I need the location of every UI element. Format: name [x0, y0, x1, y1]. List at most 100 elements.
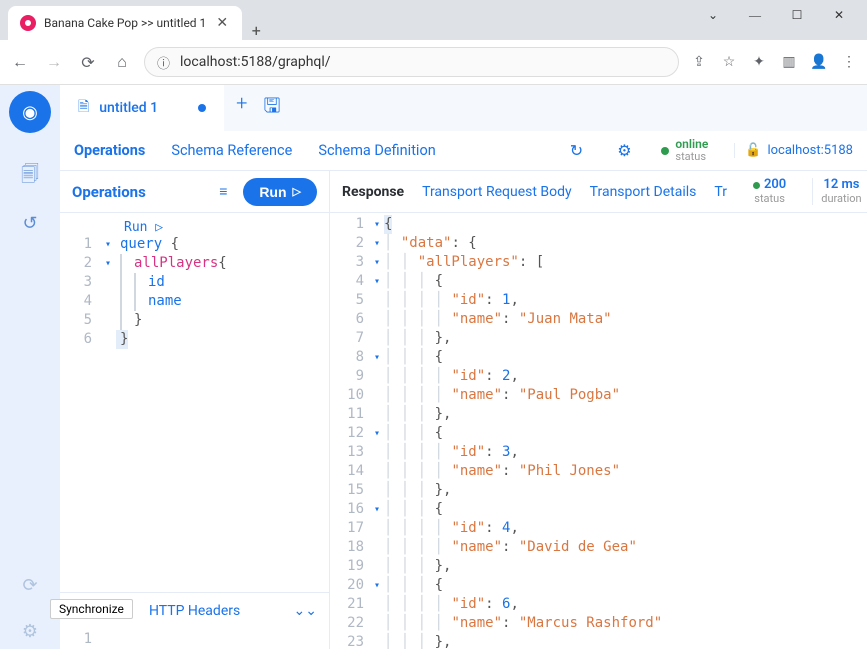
browser-tab[interactable]: Banana Cake Pop >> untitled 1 ✕ — [8, 6, 242, 40]
tab-http-headers[interactable]: HTTP Headers — [149, 603, 240, 619]
tab-schema-definition[interactable]: Schema Definition — [318, 142, 435, 159]
fold-icon — [370, 310, 384, 329]
json-line[interactable]: 23│ │ │ }, — [330, 633, 867, 649]
refresh-schema-icon[interactable]: ↻ — [565, 141, 587, 160]
url-box[interactable]: ⓘ localhost:5188/graphql/ — [144, 47, 679, 77]
fold-icon — [370, 538, 384, 557]
fold-icon[interactable]: ▾ — [370, 500, 384, 519]
query-pane: Operations ≡ Run ▷ Run ▷ 1▾query {2▾allP… — [60, 171, 330, 649]
json-line[interactable]: 8▾│ │ │ { — [330, 348, 867, 367]
connection-status: online status — [661, 138, 708, 163]
settings-rail-icon[interactable]: ⚙ — [12, 613, 48, 649]
home-button[interactable]: ⌂ — [110, 52, 134, 72]
json-line[interactable]: 10│ │ │ │ "name": "Paul Pogba" — [330, 386, 867, 405]
tab-transport-details[interactable]: Transport Details — [590, 184, 697, 200]
editor-line[interactable]: 4▾name — [60, 292, 329, 311]
run-button[interactable]: Run ▷ — [243, 178, 317, 206]
query-editor[interactable]: Run ▷ 1▾query {2▾allPlayers{3▾id4▾name5▾… — [60, 213, 329, 592]
address-bar: ← → ⟳ ⌂ ⓘ localhost:5188/graphql/ ⇪ ☆ ✦ … — [0, 40, 867, 84]
editor-line[interactable]: 2▾allPlayers{ — [60, 254, 329, 273]
documents-icon[interactable]: 🗐 — [12, 159, 48, 195]
workspace: 🗎 untitled 1 + 🖫 Operations Schema Refer… — [60, 85, 867, 649]
json-line[interactable]: 13│ │ │ │ "id": 3, — [330, 443, 867, 462]
site-info-icon[interactable]: ⓘ — [157, 53, 170, 72]
document-tabs: 🗎 untitled 1 + 🖫 — [60, 85, 867, 131]
save-document-button[interactable]: 🖫 — [263, 91, 280, 125]
json-line[interactable]: 18│ │ │ │ "name": "David de Gea" — [330, 538, 867, 557]
forward-button[interactable]: → — [42, 52, 66, 72]
maximize-button[interactable]: ☐ — [785, 8, 809, 23]
json-line[interactable]: 20▾│ │ │ { — [330, 576, 867, 595]
inline-run-label[interactable]: Run ▷ — [124, 218, 163, 237]
fold-icon[interactable]: ▾ — [370, 234, 384, 253]
reading-list-icon[interactable]: ▥ — [779, 54, 799, 70]
window-controls: ⌄ ― ☐ ✕ — [685, 0, 867, 30]
browser-chrome: Banana Cake Pop >> untitled 1 ✕ + ⌄ ― ☐ … — [0, 0, 867, 85]
close-tab-icon[interactable]: ✕ — [214, 15, 230, 31]
fold-icon[interactable]: ▾ — [370, 348, 384, 367]
back-button[interactable]: ← — [8, 52, 32, 72]
json-line[interactable]: 19│ │ │ }, — [330, 557, 867, 576]
json-line[interactable]: 17│ │ │ │ "id": 4, — [330, 519, 867, 538]
share-icon[interactable]: ⇪ — [689, 54, 709, 70]
json-line[interactable]: 5│ │ │ │ "id": 1, — [330, 291, 867, 310]
fold-icon[interactable]: ▾ — [100, 235, 116, 254]
fold-icon[interactable]: ▾ — [370, 272, 384, 291]
editor-line[interactable]: 1▾query { — [60, 235, 329, 254]
document-actions: + 🖫 — [224, 91, 292, 125]
json-line[interactable]: 15│ │ │ }, — [330, 481, 867, 500]
connection-host[interactable]: 🔓 localhost:5188 — [734, 143, 853, 158]
variables-editor[interactable]: 1 — [60, 629, 329, 649]
json-line[interactable]: 2▾│ "data": { — [330, 234, 867, 253]
json-line[interactable]: 21│ │ │ │ "id": 6, — [330, 595, 867, 614]
new-tab-button[interactable]: + — [242, 21, 270, 40]
fold-icon[interactable]: ▾ — [370, 253, 384, 272]
fold-icon[interactable]: ▾ — [370, 215, 384, 234]
bookmark-icon[interactable]: ☆ — [719, 54, 739, 70]
editor-line[interactable]: 3▾id — [60, 273, 329, 292]
json-line[interactable]: 9│ │ │ │ "id": 2, — [330, 367, 867, 386]
json-line[interactable]: 1▾{ — [330, 215, 867, 234]
json-line[interactable]: 7│ │ │ }, — [330, 329, 867, 348]
chevron-down-icon[interactable]: ⌄ — [701, 8, 725, 23]
run-label: Run — [259, 184, 286, 200]
status-dot-icon — [661, 147, 669, 155]
json-line[interactable]: 12▾│ │ │ { — [330, 424, 867, 443]
profile-icon[interactable]: 👤 — [809, 54, 829, 70]
document-tab[interactable]: 🗎 untitled 1 — [60, 85, 224, 131]
fold-icon[interactable]: ▾ — [100, 254, 116, 273]
collapse-vars-icon[interactable]: ⌄⌄ — [294, 603, 317, 619]
reload-button[interactable]: ⟳ — [76, 53, 100, 72]
fold-icon[interactable]: ▾ — [370, 576, 384, 595]
tab-request-body[interactable]: Transport Request Body — [422, 184, 572, 200]
editor-line[interactable]: 5▾} — [60, 311, 329, 330]
json-line[interactable]: 4▾│ │ │ { — [330, 272, 867, 291]
tab-response[interactable]: Response — [342, 184, 404, 200]
metric-status: 200 status — [745, 178, 794, 204]
operations-title: Operations — [72, 183, 203, 201]
json-line[interactable]: 11│ │ │ }, — [330, 405, 867, 424]
tab-trace[interactable]: Tr — [714, 184, 727, 200]
tab-schema-reference[interactable]: Schema Reference — [171, 142, 292, 159]
extensions-icon[interactable]: ✦ — [749, 54, 769, 70]
host-label: localhost:5188 — [767, 143, 853, 158]
tab-operations[interactable]: Operations — [74, 142, 145, 159]
app-logo-icon[interactable] — [9, 91, 51, 133]
json-line[interactable]: 16▾│ │ │ { — [330, 500, 867, 519]
format-icon[interactable]: ≡ — [213, 183, 233, 200]
settings-icon[interactable]: ⚙ — [613, 141, 635, 160]
url-text: localhost:5188/graphql/ — [180, 54, 666, 70]
close-window-button[interactable]: ✕ — [827, 8, 851, 23]
editor-line[interactable]: 6▾} — [60, 330, 329, 349]
json-line[interactable]: 6│ │ │ │ "name": "Juan Mata" — [330, 310, 867, 329]
menu-icon[interactable]: ⋮ — [839, 54, 859, 70]
json-line[interactable]: 22│ │ │ │ "name": "Marcus Rashford" — [330, 614, 867, 633]
history-icon[interactable]: ↺ — [12, 205, 48, 241]
minimize-button[interactable]: ― — [743, 8, 767, 23]
json-line[interactable]: 3▾│ │ "allPlayers": [ — [330, 253, 867, 272]
sync-icon[interactable]: ⟳ — [12, 567, 48, 603]
fold-icon[interactable]: ▾ — [370, 424, 384, 443]
new-document-button[interactable]: + — [236, 91, 247, 125]
json-line[interactable]: 14│ │ │ │ "name": "Phil Jones" — [330, 462, 867, 481]
response-viewer[interactable]: 1▾{2▾│ "data": {3▾│ │ "allPlayers": [4▾│… — [330, 213, 867, 649]
